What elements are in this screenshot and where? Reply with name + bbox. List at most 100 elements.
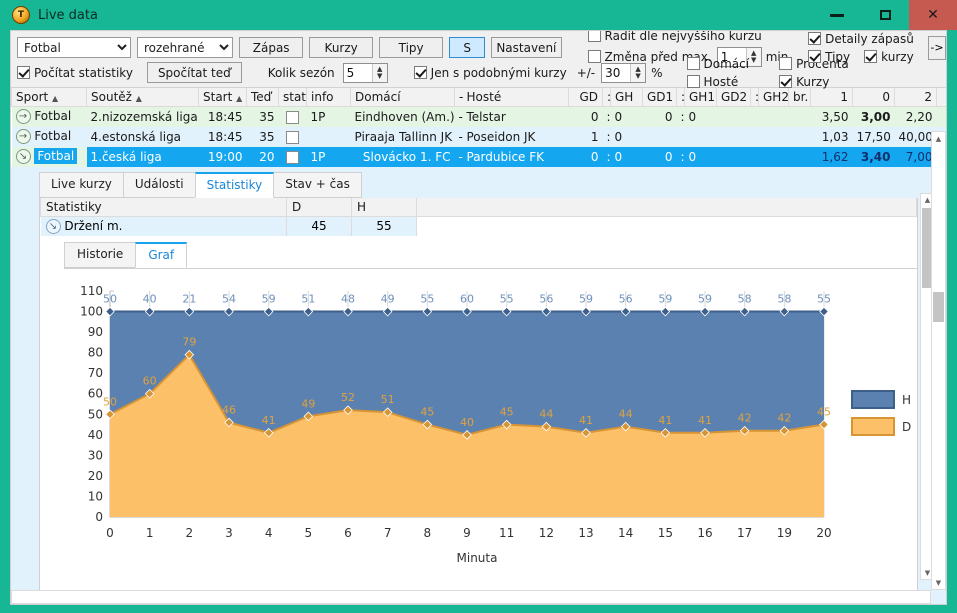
nastaveni-button[interactable]: Nastavení <box>491 37 562 58</box>
col-hoste[interactable]: Hosté <box>462 88 569 107</box>
subtab-graf[interactable]: Graf <box>135 242 188 268</box>
window-horizontal-scrollbar[interactable] <box>11 590 931 604</box>
table-row[interactable]: → Fotbal 2.nizozemská liga 18:45 35 1P E… <box>11 106 946 127</box>
svg-text:55: 55 <box>420 293 434 306</box>
state-select[interactable]: rozehrané <box>136 37 234 58</box>
col-info[interactable]: info <box>306 88 351 107</box>
checkbox-box <box>779 75 793 88</box>
row-odds-1[interactable]: 1,62 <box>810 146 853 167</box>
kurzy-checkbox-2[interactable]: kurzy <box>864 50 914 64</box>
plusminus-stepper[interactable]: ▲▼ <box>601 62 647 83</box>
radit-dle-checkbox[interactable]: Řadit dle nejvyššího kurzu <box>587 31 793 43</box>
stats-col-name[interactable]: Statistiky <box>40 197 287 217</box>
col-odds-2[interactable]: 2 <box>894 88 937 107</box>
s-button[interactable]: S <box>449 37 486 58</box>
col-odds-1[interactable]: 1 <box>810 88 853 107</box>
maximize-button[interactable] <box>861 0 909 30</box>
arrow-right-circle-icon[interactable]: → <box>15 109 31 125</box>
col-sport[interactable]: Sport ▲ <box>11 88 87 107</box>
matches-grid[interactable]: Sport ▲ Soutěž ▲ Start ▲ Teď stats info … <box>11 88 946 167</box>
jen-s-podobnymi-checkbox[interactable]: Jen s podobnými kurzy <box>413 66 567 80</box>
col-gd1[interactable]: GD1 <box>642 88 677 107</box>
stats-checkbox[interactable] <box>286 150 299 164</box>
row-odds-1[interactable]: 3,50 <box>810 106 853 127</box>
title-bar: T Live data ✕ <box>0 0 957 30</box>
domaci-checkbox[interactable]: Domácí <box>686 56 750 71</box>
table-row[interactable]: ↘ Fotbal 1.česká liga 19:00 20 1P Slovác… <box>11 146 946 167</box>
arrow-down-circle-icon[interactable]: ↘ <box>15 149 31 164</box>
row-gd: 0 <box>568 106 603 127</box>
svg-text:12: 12 <box>539 526 554 540</box>
row-stats-cell[interactable] <box>278 146 307 167</box>
checkbox-box <box>864 50 878 63</box>
sport-select[interactable]: Fotbal <box>17 37 131 58</box>
tab-statistiky[interactable]: Statistiky <box>194 171 275 198</box>
scrollbar-thumb[interactable] <box>933 292 944 322</box>
table-row[interactable]: → Fotbal 4.estonská liga 18:45 35 Piraaj… <box>11 126 946 147</box>
row-odds-0[interactable]: 3,40 <box>852 146 895 167</box>
row-br <box>788 106 811 127</box>
subtab-historie[interactable]: Historie <box>64 242 137 268</box>
detaily-zapasu-checkbox[interactable]: Detaily zápasů <box>808 32 914 46</box>
row-colon-1: : <box>602 126 611 147</box>
col-start[interactable]: Start ▲ <box>198 88 247 107</box>
expand-right-button[interactable]: -> <box>927 35 946 60</box>
stats-col-h[interactable]: H <box>351 197 417 217</box>
minimize-button[interactable] <box>813 0 861 30</box>
row-stats-cell[interactable] <box>278 106 307 127</box>
table-row[interactable]: ↘ Držení m. 45 55 <box>40 216 917 236</box>
kolik-sezon-stepper[interactable]: ▲▼ <box>342 62 388 83</box>
col-gd[interactable]: GD <box>568 88 603 107</box>
stats-checkbox[interactable] <box>286 130 299 144</box>
svg-text:51: 51 <box>301 293 315 306</box>
expand-circle-icon[interactable]: ↘ <box>45 218 61 234</box>
window-vertical-scrollbar[interactable]: ▲ ▼ <box>931 131 946 590</box>
col-gh[interactable]: GH <box>610 88 643 107</box>
row-sport-cell: → Fotbal <box>11 106 87 127</box>
row-odds-0[interactable]: 3,00 <box>852 106 895 127</box>
kurzy-button[interactable]: Kurzy <box>309 37 374 58</box>
stepper-arrows-icon[interactable]: ▲ ▼ <box>630 63 646 82</box>
close-button[interactable]: ✕ <box>909 0 957 30</box>
col-odds-0[interactable]: 0 <box>852 88 895 107</box>
row-odds-0[interactable]: 17,50 <box>852 126 895 147</box>
arrow-right-circle-icon[interactable]: → <box>15 129 31 144</box>
col-br[interactable]: br. <box>788 88 811 107</box>
tab-udalosti[interactable]: Události <box>122 171 196 198</box>
stepper-arrows-icon[interactable]: ▲ ▼ <box>371 63 387 82</box>
row-stats-cell[interactable] <box>278 126 307 147</box>
sort-asc-icon: ▲ <box>236 94 243 103</box>
stats-col-d[interactable]: D <box>286 197 352 217</box>
toolbar-row-2: Počítat statistiky Spočítat teď Kolik se… <box>11 56 946 89</box>
tab-live-kurzy[interactable]: Live kurzy <box>39 171 124 198</box>
domaci-label: Domácí <box>703 56 750 71</box>
zapas-button[interactable]: Zápas <box>239 37 304 58</box>
svg-text:40: 40 <box>88 428 103 442</box>
col-domaci[interactable]: Domácí <box>350 88 455 107</box>
plusminus-input[interactable] <box>602 63 631 82</box>
row-gh1: 0 <box>684 106 717 127</box>
svg-text:45: 45 <box>420 406 434 419</box>
tab-stav-cas[interactable]: Stav + čas <box>273 171 362 198</box>
col-gh1[interactable]: GH1 <box>684 88 717 107</box>
row-odds-1[interactable]: 1,03 <box>810 126 853 147</box>
scroll-down-icon[interactable]: ▼ <box>932 576 945 589</box>
col-stats[interactable]: stats <box>278 88 307 107</box>
col-ted[interactable]: Teď <box>246 88 279 107</box>
svg-text:51: 51 <box>381 393 395 406</box>
col-gd2[interactable]: GD2 <box>716 88 751 107</box>
tipy-button[interactable]: Tipy <box>379 37 444 58</box>
row-gh2 <box>758 146 789 167</box>
stats-checkbox[interactable] <box>286 110 299 124</box>
kurzy-checkbox[interactable]: Kurzy <box>779 75 849 89</box>
pocitat-statistiky-checkbox[interactable]: Počítat statistiky <box>17 66 133 80</box>
scroll-up-icon[interactable]: ▲ <box>932 132 945 145</box>
row-odds-2[interactable]: 2,20 <box>894 106 937 127</box>
col-soutez[interactable]: Soutěž ▲ <box>86 88 199 107</box>
row-colon-2: : <box>676 146 685 167</box>
spocitat-ted-button[interactable]: Spočítat teď <box>146 62 242 83</box>
col-gh2[interactable]: GH2 <box>758 88 789 107</box>
kolik-sezon-input[interactable] <box>343 63 372 82</box>
row-br <box>788 146 811 167</box>
hoste-checkbox[interactable]: Hosté <box>686 75 750 89</box>
